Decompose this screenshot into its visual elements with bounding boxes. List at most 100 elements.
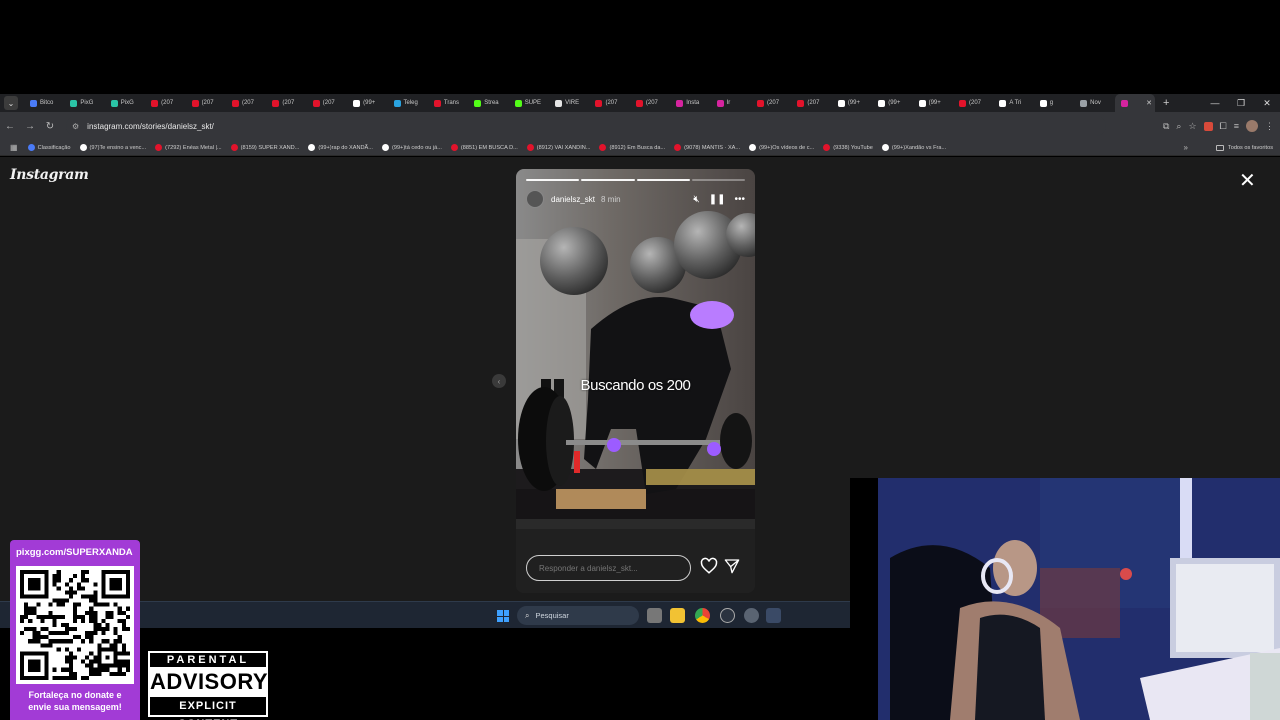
- heart-icon[interactable]: [700, 557, 718, 575]
- browser-tab[interactable]: (207: [791, 94, 831, 112]
- webcam-overlay: [850, 478, 1280, 720]
- bookmark-item[interactable]: (8912) VAI XANDIN...: [526, 144, 590, 151]
- bookmark-item[interactable]: (7292) Enéas Metal |...: [155, 144, 222, 151]
- tab-favicon-icon: [555, 99, 563, 107]
- bookmark-label: (8912) Em Busca da...: [609, 144, 666, 151]
- browser-menu-icon[interactable]: ⋮: [1265, 121, 1274, 132]
- browser-tab[interactable]: (207: [186, 94, 226, 112]
- all-bookmarks-button[interactable]: Todos os favoritos: [1215, 140, 1273, 156]
- url-text[interactable]: instagram.com/stories/danielsz_skt/: [87, 122, 214, 131]
- browser-tab[interactable]: Strea: [468, 94, 508, 112]
- story-card[interactable]: danielsz_skt 8 min 🔇︎ ❚❚ ••• Buscando os…: [516, 169, 755, 593]
- bookmark-item[interactable]: (97)Te ensino a venc...: [79, 144, 146, 151]
- browser-tab[interactable]: ✕: [1114, 94, 1155, 112]
- zoom-icon[interactable]: ⌕: [1176, 121, 1181, 132]
- browser-tab[interactable]: (99+: [832, 94, 872, 112]
- bookmark-item[interactable]: (8912) Em Busca da...: [599, 144, 665, 151]
- browser-tab[interactable]: Teleg: [388, 94, 428, 112]
- windows-start-icon[interactable]: [497, 610, 509, 622]
- story-avatar[interactable]: [526, 190, 544, 208]
- browser-tab[interactable]: (207: [145, 94, 185, 112]
- instagram-logo[interactable]: Instagram: [10, 167, 89, 183]
- bookmark-star-icon[interactable]: ☆: [1188, 121, 1196, 132]
- bookmark-item[interactable]: Classificação: [27, 144, 71, 151]
- browser-tab[interactable]: Bitco: [24, 94, 64, 112]
- bookmark-item[interactable]: (99+)Xandão vs Fra...: [881, 144, 947, 151]
- tab-search-button[interactable]: ⌄: [4, 96, 18, 110]
- app-icon[interactable]: [720, 608, 735, 623]
- restore-icon[interactable]: ❐: [1228, 94, 1254, 112]
- bookmark-item[interactable]: (8159) SUPER XAND...: [230, 144, 299, 151]
- close-icon[interactable]: ✕: [1239, 171, 1256, 191]
- browser-tab[interactable]: Ir: [711, 94, 751, 112]
- file-explorer-icon[interactable]: [670, 608, 685, 623]
- pause-icon[interactable]: ❚❚: [709, 194, 726, 205]
- settings-icon[interactable]: [744, 608, 759, 623]
- reply-input[interactable]: [526, 555, 691, 581]
- new-tab-button[interactable]: +: [1163, 97, 1169, 109]
- extension-icon[interactable]: [1203, 121, 1213, 131]
- steam-icon[interactable]: [766, 608, 781, 623]
- browser-tab[interactable]: (207: [630, 94, 670, 112]
- install-app-icon[interactable]: ⧉: [1163, 121, 1169, 132]
- bookmark-item[interactable]: (99+)Os vídeos de c...: [749, 144, 814, 151]
- mute-icon[interactable]: 🔇︎: [693, 194, 699, 205]
- send-icon[interactable]: [724, 558, 740, 574]
- bookmark-item[interactable]: (9338) YouTube: [823, 144, 873, 151]
- browser-tab[interactable]: (99+: [872, 94, 912, 112]
- close-tab-icon[interactable]: ✕: [1146, 99, 1152, 107]
- tab-label: g: [1049, 100, 1054, 106]
- browser-tab[interactable]: (207: [953, 94, 993, 112]
- bookmarks-bar: ▦ Classificação (97)Te ensino a venc... (7…: [0, 140, 1280, 156]
- bookmark-label: (7292) Enéas Metal |...: [165, 144, 222, 151]
- browser-tab[interactable]: VIRE: [549, 94, 589, 112]
- minimize-icon[interactable]: —: [1202, 94, 1228, 112]
- bookmarks-overflow-icon[interactable]: »: [1184, 140, 1188, 156]
- browser-tab[interactable]: PixG: [64, 94, 104, 112]
- browser-tab[interactable]: A Tri: [993, 94, 1033, 112]
- more-options-icon[interactable]: •••: [734, 194, 745, 205]
- browser-tab[interactable]: (207: [226, 94, 266, 112]
- bookmark-favicon-icon: [79, 144, 87, 151]
- back-icon[interactable]: ←: [0, 121, 20, 132]
- reload-icon[interactable]: ↻: [40, 121, 60, 132]
- profile-avatar[interactable]: [1246, 120, 1258, 132]
- chrome-icon[interactable]: [695, 608, 710, 623]
- bookmark-item[interactable]: (99+)tá cedo ou já...: [381, 144, 442, 151]
- tab-favicon-icon: [393, 99, 401, 107]
- browser-tab[interactable]: SUPE: [509, 94, 549, 112]
- bookmark-item[interactable]: (99+)rap do XANDÃ...: [308, 144, 373, 151]
- browser-nav-bar: ← → ↻ ⚙ instagram.com/stories/danielsz_s…: [0, 112, 1280, 140]
- address-bar[interactable]: ⚙ instagram.com/stories/danielsz_skt/: [66, 116, 1106, 136]
- task-view-icon[interactable]: [647, 608, 662, 623]
- tab-label: VIRE: [565, 100, 580, 106]
- browser-tab[interactable]: Insta: [670, 94, 710, 112]
- site-info-icon[interactable]: ⚙: [72, 122, 79, 131]
- extensions-puzzle-icon[interactable]: ⧠: [1220, 121, 1227, 132]
- tab-favicon-icon: [1120, 99, 1128, 107]
- bookmark-item[interactable]: (8851) EM BUSCA D...: [450, 144, 518, 151]
- browser-tab[interactable]: (207: [307, 94, 347, 112]
- forward-icon[interactable]: →: [20, 121, 40, 132]
- close-window-icon[interactable]: ✕: [1254, 94, 1280, 112]
- browser-tab[interactable]: g: [1034, 94, 1074, 112]
- bookmark-label: (99+)Xandão vs Fra...: [891, 144, 947, 151]
- browser-tab[interactable]: (99+: [913, 94, 953, 112]
- browser-tab[interactable]: PixG: [105, 94, 145, 112]
- media-control-icon[interactable]: ≡: [1234, 121, 1239, 131]
- apps-grid-icon[interactable]: ▦: [10, 143, 18, 152]
- browser-tab[interactable]: (207: [266, 94, 306, 112]
- taskbar-search[interactable]: ⌕ Pesquisar: [517, 606, 639, 625]
- bookmark-item[interactable]: (9078) MANTIS · XA...: [674, 144, 740, 151]
- story-username[interactable]: danielsz_skt: [551, 195, 595, 204]
- all-bookmarks-label: Todos os favoritos: [1227, 145, 1273, 151]
- browser-tab[interactable]: Nov: [1074, 94, 1114, 112]
- previous-story-button[interactable]: ‹: [492, 374, 506, 388]
- tab-favicon-icon: [837, 99, 845, 107]
- advisory-main-text: ADVISORY: [150, 667, 268, 697]
- browser-tab[interactable]: Trans: [428, 94, 468, 112]
- browser-tab[interactable]: (99+: [347, 94, 387, 112]
- tab-label: (207: [241, 100, 254, 106]
- browser-tab[interactable]: (207: [589, 94, 629, 112]
- browser-tab[interactable]: (207: [751, 94, 791, 112]
